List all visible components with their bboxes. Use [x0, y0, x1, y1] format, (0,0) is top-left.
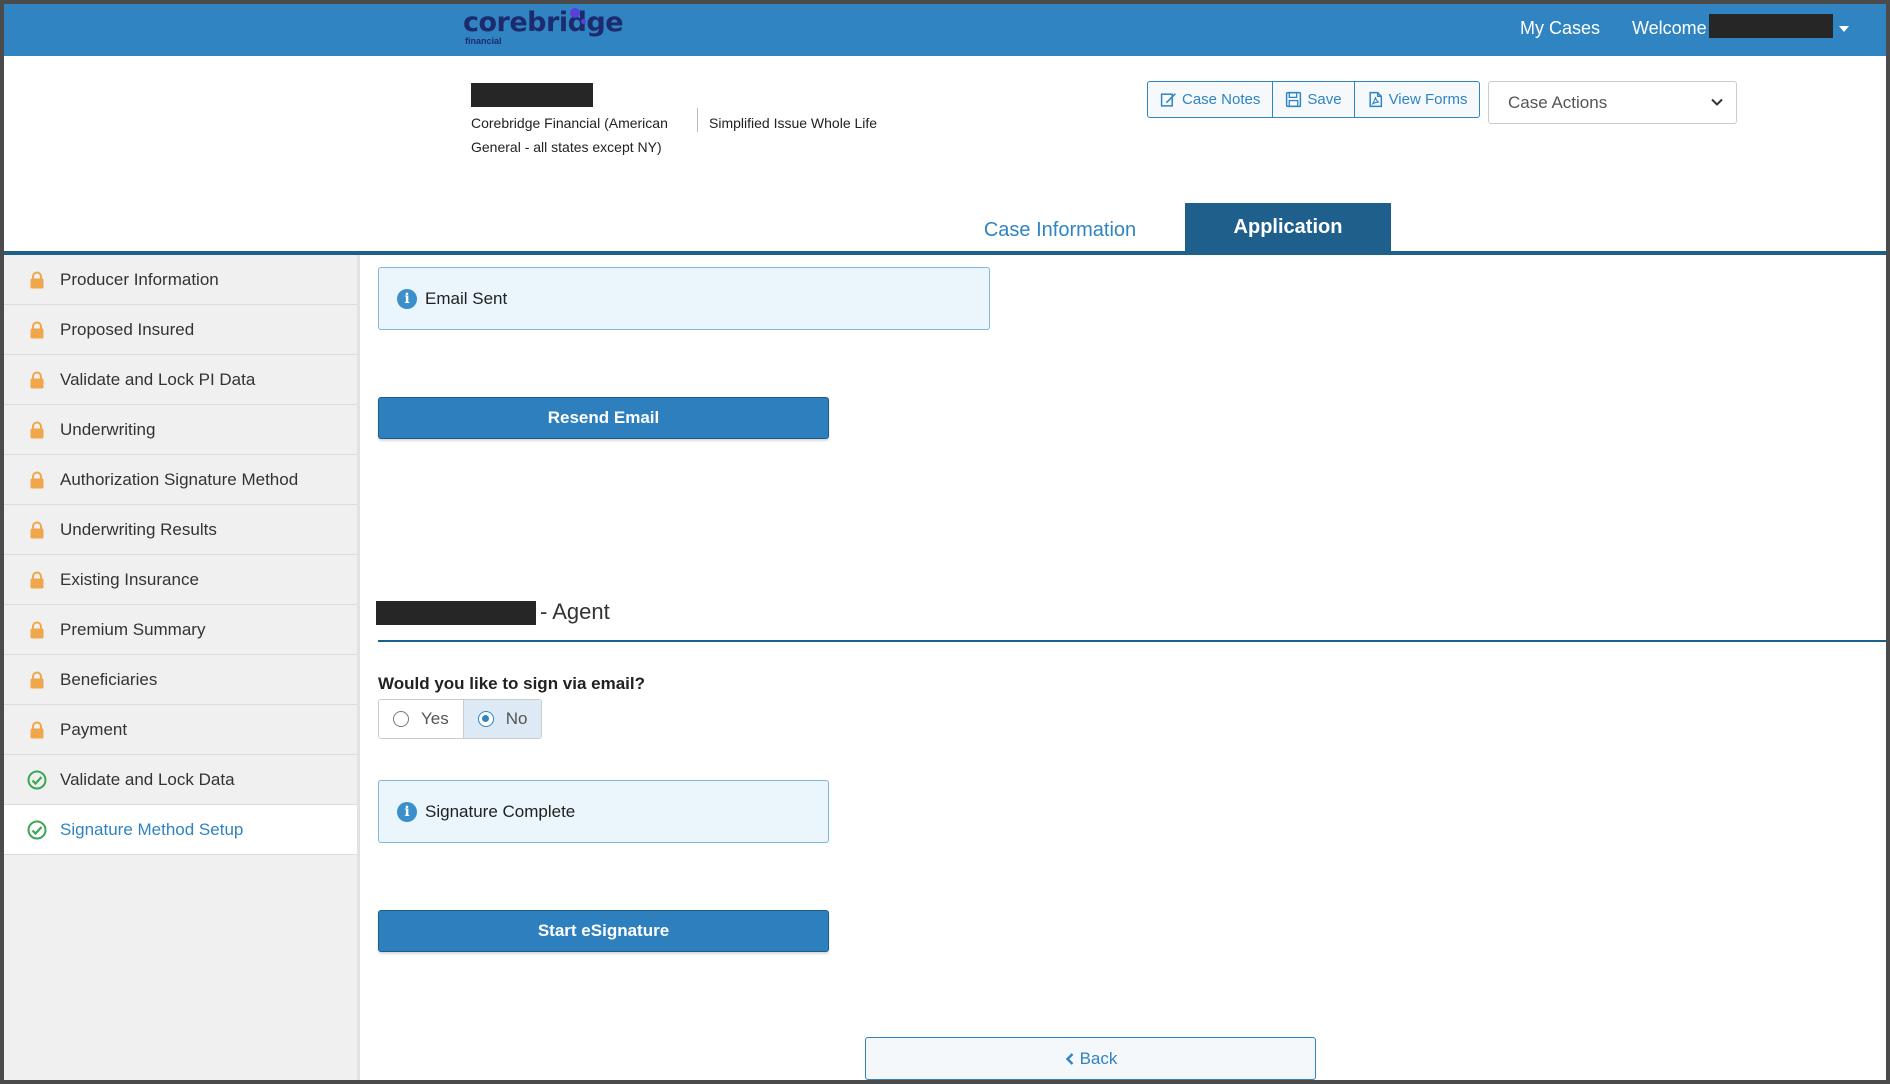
- product-name: Simplified Issue Whole Life: [709, 115, 878, 131]
- case-actions-value: Case Actions: [1508, 92, 1608, 112]
- resend-email-button[interactable]: Resend Email: [378, 397, 829, 439]
- radio-yes[interactable]: Yes: [379, 700, 463, 738]
- info-icon: i: [397, 801, 417, 822]
- sidebar-item-label: Proposed Insured: [60, 319, 195, 339]
- sidebar-item-beneficiaries[interactable]: Beneficiaries: [4, 655, 357, 705]
- logo-dot: [570, 8, 580, 18]
- info-icon: i: [397, 288, 417, 309]
- agent-section-title: - Agent: [540, 599, 610, 624]
- welcome-label[interactable]: Welcome: [1632, 18, 1707, 39]
- tab-case-information[interactable]: Case Information: [976, 208, 1144, 252]
- case-toolbar: Case Notes Save View Forms: [1147, 81, 1481, 118]
- lock-icon: [27, 470, 47, 490]
- edit-icon: [1160, 93, 1176, 107]
- email-sent-alert: i Email Sent: [378, 267, 990, 330]
- signature-complete-text: Signature Complete: [425, 801, 576, 821]
- sidebar-item-label: Premium Summary: [60, 619, 206, 639]
- save-button[interactable]: Save: [1273, 82, 1355, 117]
- radio-button[interactable]: [393, 711, 409, 727]
- redacted-client-name: [471, 83, 593, 107]
- radio-yes-label: Yes: [421, 709, 449, 728]
- view-forms-label: View Forms: [1388, 91, 1468, 108]
- case-notes-button[interactable]: Case Notes: [1148, 82, 1274, 117]
- header-divider: [697, 108, 698, 132]
- logo-dot-small: [581, 19, 586, 24]
- sidebar-item-label: Validate and Lock Data: [60, 769, 235, 789]
- chevron-left-icon: [1065, 1052, 1073, 1065]
- sidebar-item-signature-method-setup[interactable]: Signature Method Setup: [4, 805, 357, 855]
- redacted-username: [1709, 14, 1833, 38]
- case-notes-label: Case Notes: [1182, 91, 1261, 108]
- sidebar-item-payment[interactable]: Payment: [4, 705, 357, 755]
- sidebar-item-underwriting[interactable]: Underwriting: [4, 405, 357, 455]
- lock-icon: [27, 420, 47, 440]
- lock-icon: [27, 270, 47, 290]
- user-menu-caret-icon[interactable]: [1839, 26, 1849, 32]
- section-divider: [378, 640, 1886, 642]
- lock-icon: [27, 320, 47, 340]
- pdf-file-icon: [1369, 91, 1382, 108]
- sidebar-item-underwriting-results[interactable]: Underwriting Results: [4, 505, 357, 555]
- sidebar-item-label: Beneficiaries: [60, 669, 158, 689]
- case-actions-select[interactable]: Case Actions: [1488, 81, 1737, 124]
- application-sidebar: Producer Information Proposed Insured Va…: [4, 255, 360, 1080]
- sign-via-email-radio-group: Yes No: [378, 699, 543, 739]
- back-label: Back: [1079, 1048, 1118, 1068]
- floppy-disk-icon: [1286, 91, 1302, 108]
- check-circle-icon: [27, 770, 47, 790]
- sidebar-item-proposed-insured[interactable]: Proposed Insured: [4, 305, 357, 355]
- app-frame: corebridge financial My Cases Welcome Co…: [4, 4, 1886, 1080]
- sidebar-item-label: Producer Information: [60, 269, 219, 289]
- carrier-name: Corebridge Financial (American General -…: [471, 115, 668, 155]
- sidebar-item-producer-information[interactable]: Producer Information: [4, 255, 357, 305]
- sidebar-item-label: Existing Insurance: [60, 569, 199, 589]
- sidebar-item-label: Authorization Signature Method: [60, 469, 299, 489]
- logo-wordmark: corebridge: [463, 7, 624, 38]
- check-circle-icon: [27, 820, 47, 840]
- sidebar-item-validate-lock-pi-data[interactable]: Validate and Lock PI Data: [4, 355, 357, 405]
- radio-no[interactable]: No: [462, 700, 542, 738]
- lock-icon: [27, 520, 47, 540]
- lock-icon: [27, 370, 47, 390]
- top-navbar: corebridge financial My Cases Welcome: [4, 4, 1886, 56]
- sidebar-item-label: Underwriting Results: [60, 519, 217, 539]
- signature-complete-alert: i Signature Complete: [378, 780, 829, 843]
- sidebar-item-existing-insurance[interactable]: Existing Insurance: [4, 555, 357, 605]
- radio-button-selected[interactable]: [477, 711, 494, 727]
- sidebar-item-label: Payment: [60, 719, 128, 739]
- sidebar-item-premium-summary[interactable]: Premium Summary: [4, 605, 357, 655]
- my-cases-link[interactable]: My Cases: [1520, 18, 1600, 39]
- lock-icon: [27, 570, 47, 590]
- lock-icon: [27, 720, 47, 740]
- tab-application[interactable]: Application: [1185, 203, 1391, 251]
- sidebar-item-label: Validate and Lock PI Data: [60, 369, 256, 389]
- back-button[interactable]: Back: [865, 1037, 1316, 1080]
- view-forms-button[interactable]: View Forms: [1355, 82, 1480, 117]
- sidebar-item-authorization-signature-method[interactable]: Authorization Signature Method: [4, 455, 357, 505]
- sidebar-item-label: Underwriting: [60, 419, 156, 439]
- email-sent-text: Email Sent: [425, 288, 508, 308]
- radio-no-label: No: [505, 709, 528, 728]
- lock-icon: [27, 670, 47, 690]
- save-label: Save: [1307, 91, 1342, 108]
- corebridge-logo[interactable]: corebridge financial: [463, 7, 624, 46]
- sign-via-email-question: Would you like to sign via email?: [378, 674, 646, 693]
- redacted-agent-name: [376, 601, 536, 625]
- chevron-down-icon: [1711, 98, 1723, 106]
- sidebar-item-label: Signature Method Setup: [60, 819, 244, 839]
- start-esignature-button[interactable]: Start eSignature: [378, 910, 829, 952]
- lock-icon: [27, 620, 47, 640]
- sidebar-item-validate-lock-data[interactable]: Validate and Lock Data: [4, 755, 357, 805]
